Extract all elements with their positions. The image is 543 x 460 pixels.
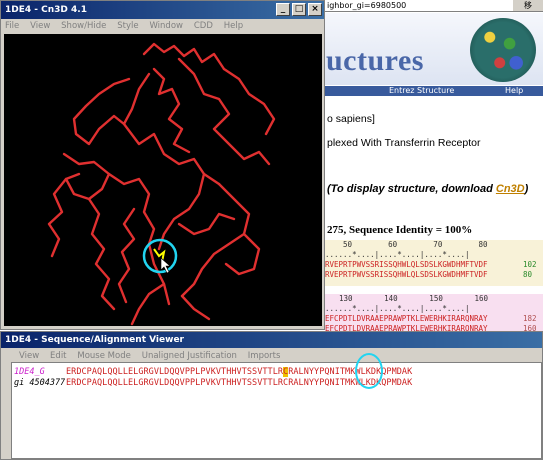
sequence-viewer-window: 1DE4 - Sequence/Alignment Viewer View Ed… xyxy=(0,331,543,460)
minimize-button[interactable]: _ xyxy=(276,3,290,16)
cn3d-menu-bar: File View Show/Hide Style Window CDD Hel… xyxy=(1,19,324,34)
cn3d-download-link[interactable]: Cn3D xyxy=(496,183,525,195)
download-note: (To display structure, download Cn3D) xyxy=(327,183,528,195)
description-text: plexed With Transferrin Receptor xyxy=(327,137,481,149)
row-name[interactable]: gi 4504377 xyxy=(14,378,65,388)
alignment-block-1: 50 60 70 80 ......*....|....*....|....*.… xyxy=(325,240,543,286)
structure-viewport[interactable] xyxy=(4,34,322,326)
sequence-viewer-title-bar[interactable]: 1DE4 - Sequence/Alignment Viewer xyxy=(1,332,542,348)
sequence-segment: ERDCPAQLQQLLELGRGVLDQQVPPLPVKVTHHVTSSVTT… xyxy=(66,378,284,388)
banner-title: uctures xyxy=(326,44,424,77)
download-note-prefix: (To display structure, download xyxy=(327,183,496,195)
menu-view[interactable]: View xyxy=(26,19,54,34)
download-note-suffix: ) xyxy=(524,183,529,195)
sequence-segment: RALNYYPQNITMKWLKDKQPMDAK xyxy=(288,378,413,388)
menu-style[interactable]: Style xyxy=(113,19,142,34)
protein-image xyxy=(470,18,536,82)
alignment-block-2: 130 140 150 160 ......*....|....*....|..… xyxy=(325,294,543,334)
ruler-marks: ......*....|....*....|....*....| xyxy=(325,250,470,259)
sequence-viewer-title: 1DE4 - Sequence/Alignment Viewer xyxy=(5,335,184,345)
alignment-row: RVEPRTPWVSSRISSQHWLQLSDSLKGWDHMFTVDF xyxy=(325,260,488,269)
selection-ring xyxy=(355,353,383,389)
menu-file[interactable]: File xyxy=(1,19,23,34)
menu-show-hide[interactable]: Show/Hide xyxy=(57,19,110,34)
alignment-row: EFCPDTLDVRAAEPRAWPTKLEWERHKIRARQNRAY xyxy=(325,314,488,323)
row-name[interactable]: 1DE4_G xyxy=(14,367,45,377)
cn3d-title-bar[interactable]: 1DE4 - Cn3D 4.1 _ □ × xyxy=(1,1,324,19)
alignment-pane[interactable]: 1DE4_G ERDCPAQLQQLLELGRGVLDQQVPPLPVKVTHH… xyxy=(11,353,542,459)
cn3d-window: 1DE4 - Cn3D 4.1 _ □ × File View Show/Hid… xyxy=(0,0,325,330)
nav-entrez-structure-link[interactable]: Entrez Structure xyxy=(389,86,454,96)
ruler-numbers: 130 140 150 160 xyxy=(339,294,489,303)
ruler-numbers: 50 60 70 80 xyxy=(343,240,488,249)
nav-bar: Entrez Structure Help xyxy=(325,86,543,96)
protein-backbone xyxy=(47,42,276,326)
menu-window[interactable]: Window xyxy=(145,19,187,34)
menu-cdd[interactable]: CDD xyxy=(190,19,217,34)
sequence-viewer-menu-bar: View Edit Mouse Mode Unaligned Justifica… xyxy=(1,349,542,362)
nav-help-link[interactable]: Help xyxy=(505,86,523,96)
close-button[interactable]: × xyxy=(308,3,322,16)
go-button[interactable]: 移 xyxy=(513,0,543,11)
alignment-row-number: 102 xyxy=(523,260,537,269)
species-text: o sapiens] xyxy=(327,113,375,125)
cn3d-window-title: 1DE4 - Cn3D 4.1 xyxy=(5,5,87,15)
sequence-segment: RALNYYPQNITMKWLKDKQPMDAK xyxy=(288,367,413,377)
address-text: ighbor_gi=6980500 xyxy=(327,1,407,10)
alignment-row-number: 80 xyxy=(523,270,533,279)
address-bar[interactable]: ighbor_gi=6980500 移 xyxy=(325,0,543,12)
ruler-marks: ......*....|....*....|....*....| xyxy=(325,304,470,313)
alignment-row: RVEPRTPWVSSRISSQHWLQLSDSLKGWDHMFTVDF xyxy=(325,270,488,279)
maximize-button[interactable]: □ xyxy=(292,3,306,16)
sequence-identity-header: 275, Sequence Identity = 100% xyxy=(327,224,473,236)
window-controls: _ □ × xyxy=(276,3,322,16)
menu-help[interactable]: Help xyxy=(220,19,247,34)
sequence-segment: ERDCPAQLQQLLELGRGVLDQQVPPLPVKVTHHVTSSVTT… xyxy=(66,367,284,377)
alignment-row-number: 182 xyxy=(523,314,537,323)
